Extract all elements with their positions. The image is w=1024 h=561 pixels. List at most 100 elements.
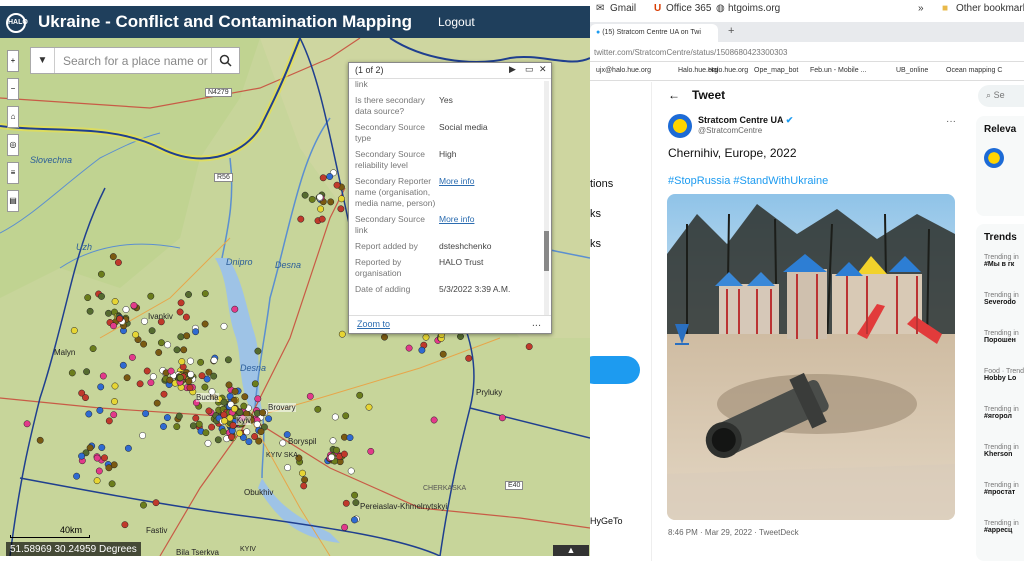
incident-marker[interactable] <box>314 405 322 413</box>
incident-marker[interactable] <box>111 382 119 390</box>
incident-marker[interactable] <box>333 446 340 454</box>
incident-marker[interactable] <box>192 414 200 422</box>
incident-marker[interactable] <box>130 302 138 309</box>
bookmark-htgoims[interactable]: htgoims.org <box>728 3 780 14</box>
incident-marker[interactable] <box>132 331 140 339</box>
incident-marker[interactable] <box>143 367 151 375</box>
avatar[interactable] <box>668 114 692 138</box>
incident-marker[interactable] <box>405 344 413 352</box>
incident-marker[interactable] <box>422 333 430 341</box>
incident-marker[interactable] <box>338 330 346 338</box>
incident-marker[interactable] <box>308 195 316 203</box>
incident-marker[interactable] <box>173 346 181 354</box>
place-search[interactable]: ▼ Search for a place name or <box>30 47 240 74</box>
trend-item[interactable]: Food · TrendingHobby Lo <box>984 368 1024 382</box>
incident-marker[interactable] <box>105 309 112 317</box>
next-feature-icon[interactable]: ▶ <box>509 64 516 75</box>
trend-item[interactable]: Trending in #ягорол <box>984 406 1019 420</box>
bookmark-item[interactable]: Halo.hue.org <box>708 67 748 74</box>
incident-marker[interactable] <box>221 417 228 425</box>
incident-marker[interactable] <box>84 294 92 302</box>
incident-marker[interactable] <box>123 374 131 382</box>
incident-marker[interactable] <box>136 380 144 388</box>
author-handle[interactable]: @StratcomCentre <box>698 126 762 135</box>
incident-marker[interactable] <box>142 410 150 418</box>
incident-marker[interactable] <box>319 174 327 182</box>
incident-marker[interactable] <box>160 390 168 398</box>
dock-icon[interactable]: ▭ <box>525 64 534 75</box>
incident-marker[interactable] <box>346 434 354 442</box>
incident-marker[interactable] <box>86 307 94 315</box>
incident-marker[interactable] <box>23 420 31 428</box>
incident-marker[interactable] <box>300 482 308 490</box>
incident-marker[interactable] <box>220 398 228 406</box>
incident-marker[interactable] <box>148 327 156 335</box>
incident-marker[interactable] <box>78 452 86 460</box>
incident-marker[interactable] <box>173 423 181 431</box>
incident-marker[interactable] <box>328 453 335 461</box>
trend-item[interactable]: Trending in Порошен <box>984 330 1019 344</box>
zoom-to-link[interactable]: Zoom to <box>357 319 390 329</box>
incident-marker[interactable] <box>149 373 157 381</box>
locate-icon[interactable]: ◎ <box>7 134 19 156</box>
incident-marker[interactable] <box>356 391 364 399</box>
bookmark-item[interactable]: UB_online <box>896 67 928 74</box>
incident-marker[interactable] <box>176 308 184 316</box>
more-options-icon[interactable]: ... <box>532 317 541 329</box>
incident-marker[interactable] <box>68 369 76 377</box>
incident-marker[interactable] <box>341 523 349 531</box>
incident-marker[interactable] <box>96 406 104 414</box>
incident-marker[interactable] <box>201 320 209 328</box>
incident-marker[interactable] <box>457 333 464 340</box>
incident-marker[interactable] <box>327 198 335 206</box>
trend-item[interactable]: Trending in Kherson <box>984 444 1019 458</box>
incident-marker[interactable] <box>105 417 113 425</box>
incident-marker[interactable] <box>297 215 305 223</box>
incident-marker[interactable] <box>111 398 118 405</box>
zoom-in-icon[interactable]: + <box>7 50 19 72</box>
incident-marker[interactable] <box>326 173 334 180</box>
bookmark-item[interactable]: ujx@halo.hue.org <box>596 67 651 74</box>
bookmark-other[interactable]: Other bookmarks <box>956 3 1024 14</box>
incident-marker[interactable] <box>82 394 89 402</box>
back-arrow-icon[interactable]: ← <box>668 88 680 102</box>
incident-marker[interactable] <box>340 450 348 458</box>
incident-marker[interactable] <box>351 516 358 524</box>
address-bar[interactable]: twitter.com/StratcomCentre/status/150868… <box>590 42 1024 62</box>
incident-marker[interactable] <box>301 476 309 484</box>
tweet-button[interactable]: t <box>590 356 640 384</box>
incident-marker[interactable] <box>365 403 373 411</box>
incident-marker[interactable] <box>155 349 163 356</box>
incident-marker[interactable] <box>166 376 174 384</box>
incident-marker[interactable] <box>367 447 375 455</box>
incident-marker[interactable] <box>333 181 341 189</box>
incident-marker[interactable] <box>185 291 192 298</box>
incident-marker[interactable] <box>160 423 167 430</box>
incident-marker[interactable] <box>85 410 93 418</box>
incident-marker[interactable] <box>108 480 116 488</box>
incident-marker[interactable] <box>220 322 228 330</box>
incident-marker[interactable] <box>192 328 200 336</box>
incident-marker[interactable] <box>306 392 314 400</box>
incident-marker[interactable] <box>352 499 360 507</box>
nav-item[interactable]: ks <box>590 238 601 250</box>
incident-marker[interactable] <box>197 358 205 366</box>
incident-marker[interactable] <box>105 464 113 472</box>
incident-marker[interactable] <box>240 402 248 410</box>
incident-marker[interactable] <box>195 420 203 428</box>
incident-marker[interactable] <box>119 361 127 369</box>
legend-icon[interactable]: ▤ <box>7 190 19 212</box>
incident-marker[interactable] <box>111 298 119 305</box>
bookmark-item[interactable]: Ope_map_bot <box>754 67 798 74</box>
incident-marker[interactable] <box>208 423 216 431</box>
incident-marker[interactable] <box>381 333 388 341</box>
incident-marker[interactable] <box>254 395 262 403</box>
incident-marker[interactable] <box>299 469 306 477</box>
incident-marker[interactable] <box>178 358 186 366</box>
incident-marker[interactable] <box>167 367 175 375</box>
incident-marker[interactable] <box>316 193 324 201</box>
incident-marker[interactable] <box>176 374 184 382</box>
incident-marker[interactable] <box>124 444 132 452</box>
layers-icon[interactable]: ≡ <box>7 162 19 184</box>
incident-marker[interactable] <box>231 305 239 313</box>
